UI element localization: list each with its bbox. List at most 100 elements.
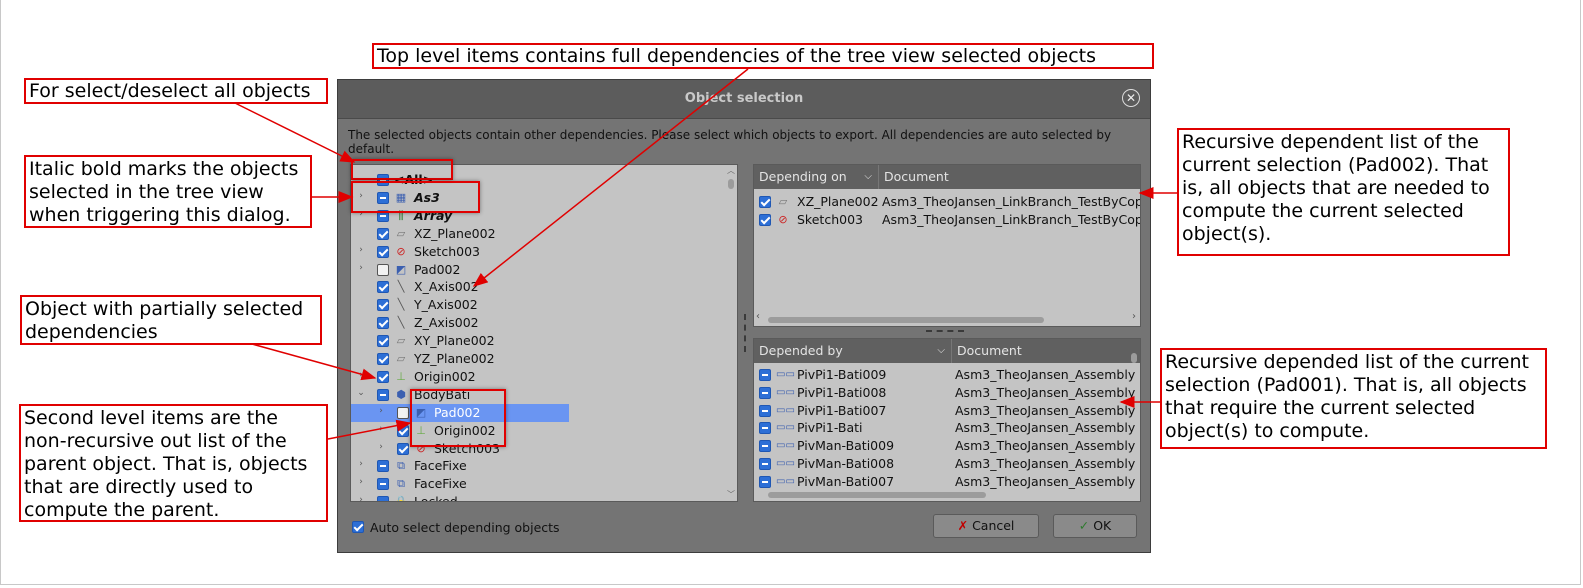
tree-item-label: FaceFixe <box>414 476 467 492</box>
table-row[interactable]: ▭▭ PivMan-Bati008 Asm3_TheoJansen_Assembly <box>754 455 1135 473</box>
row-document: Asm3_TheoJansen_Assembly <box>955 367 1136 382</box>
row-name: Sketch003 <box>797 212 863 227</box>
item-checkbox[interactable] <box>377 478 389 491</box>
item-checkbox[interactable] <box>377 496 389 501</box>
depended-by-table[interactable]: Depended by ⌵ Document ▭▭ PivPi1-Bati009 A… <box>753 338 1141 502</box>
table-row[interactable]: ▭▭ PivPi1-Bati008 Asm3_TheoJansen_Assembly <box>754 384 1135 402</box>
item-checkbox[interactable] <box>377 263 389 276</box>
object-tree[interactable]: <All> › ▦ As3 › ⫼ Array ▱ XZ_Plane002 › ⊘ Sketch003… <box>350 164 738 502</box>
tree-item[interactable]: › ⧉ FaceFixe <box>351 457 721 475</box>
row-checkbox[interactable] <box>759 196 771 208</box>
row-name: PivPi1-Bati009 <box>797 367 887 382</box>
tree-item[interactable]: ▱ XZ_Plane002 <box>351 225 721 243</box>
tree-item[interactable]: ╲ X_Axis002 <box>351 278 721 296</box>
column-depending-on[interactable]: Depending on ⌵ <box>754 165 879 189</box>
column-document[interactable]: Document <box>952 339 1140 363</box>
item-checkbox[interactable] <box>377 460 389 473</box>
tree-item[interactable]: ⌄ ⬢ BodyBati <box>351 386 721 404</box>
chevron-right-icon[interactable]: › <box>357 263 365 273</box>
item-checkbox[interactable] <box>377 370 389 383</box>
tree-item[interactable]: › ⧉ FaceFixe <box>351 475 721 493</box>
row-checkbox[interactable] <box>759 404 771 417</box>
auto-select-label: Auto select depending objects <box>370 520 560 535</box>
table-row[interactable]: ▭▭ PivMan-Bati007 Asm3_TheoJansen_Assembly <box>754 473 1135 491</box>
depended-by-hscrollbar[interactable] <box>768 492 986 498</box>
scroll-left-icon[interactable]: ‹ <box>756 311 760 322</box>
table-row[interactable]: ▭▭ PivPi1-Bati Asm3_TheoJansen_Assembly <box>754 419 1135 437</box>
ok-button[interactable]: ✓ OK <box>1053 514 1137 538</box>
item-checkbox[interactable] <box>397 442 409 455</box>
pad-icon: ◩ <box>395 262 407 276</box>
item-checkbox[interactable] <box>377 227 389 240</box>
highlight-selected-items <box>351 181 480 213</box>
tree-item[interactable]: › ⊘ Sketch003 <box>351 440 721 458</box>
row-checkbox[interactable] <box>759 440 771 453</box>
row-document: Asm3_TheoJansen_LinkBranch_TestByCopy <box>882 212 1141 227</box>
item-checkbox[interactable] <box>377 245 389 258</box>
body-icon: ⬢ <box>396 387 406 401</box>
table-row[interactable]: ▭▭ PivMan-Bati009 Asm3_TheoJansen_Assembly <box>754 437 1135 455</box>
depended-by-vscrollbar[interactable] <box>1130 341 1138 491</box>
cancel-button[interactable]: ✗ Cancel <box>933 514 1039 538</box>
item-checkbox[interactable] <box>377 388 389 401</box>
item-checkbox[interactable] <box>377 335 389 348</box>
tree-item[interactable]: ▱ XY_Plane002 <box>351 332 721 350</box>
chevron-right-icon[interactable]: › <box>377 406 385 416</box>
tree-item[interactable]: ▱ YZ_Plane002 <box>351 350 721 368</box>
item-checkbox[interactable] <box>377 317 389 330</box>
table-row[interactable]: ▭▭ PivPi1-Bati009 Asm3_TheoJansen_Assembly <box>754 366 1135 384</box>
row-checkbox[interactable] <box>759 475 771 488</box>
column-depended-by[interactable]: Depended by ⌵ <box>754 339 952 363</box>
chevron-right-icon[interactable]: › <box>357 495 365 501</box>
chevron-right-icon[interactable]: › <box>377 442 385 452</box>
row-checkbox[interactable] <box>759 422 771 435</box>
tree-item[interactable]: › ◩ Pad002 <box>351 261 721 279</box>
scroll-right-icon[interactable]: › <box>1132 311 1136 322</box>
tree-item[interactable]: › ◩ Pad002 <box>351 403 721 422</box>
tree-item[interactable]: › 🔒 Locked <box>351 493 721 502</box>
row-document: Asm3_TheoJansen_Assembly <box>955 420 1136 436</box>
table-row[interactable]: ⊘ Sketch003 Asm3_TheoJansen_LinkBranch_Tes… <box>754 211 1141 229</box>
tree-item[interactable]: ╲ Y_Axis002 <box>351 296 721 314</box>
panel-splitter[interactable] <box>926 330 964 334</box>
dialog-titlebar: Object selection ✕ <box>338 80 1150 119</box>
row-checkbox[interactable] <box>759 458 771 470</box>
lock-icon: 🔒 <box>394 495 408 502</box>
tree-item[interactable]: › ⊘ Sketch003 <box>351 243 721 261</box>
depending-on-hscrollbar[interactable] <box>768 317 1044 323</box>
item-checkbox[interactable] <box>377 299 389 312</box>
depending-on-header: Depending on ⌵ Document <box>754 165 1140 189</box>
chevron-right-icon[interactable]: › <box>357 245 365 255</box>
depending-on-table[interactable]: Depending on ⌵ Document ▱ XZ_Plane002 Asm3… <box>753 164 1141 327</box>
item-checkbox[interactable] <box>377 281 389 294</box>
table-row[interactable]: ▱ XZ_Plane002 Asm3_TheoJansen_LinkBranch_T… <box>754 193 1140 211</box>
annotation-top-level: Top level items contains full dependenci… <box>372 43 1154 69</box>
row-checkbox[interactable] <box>759 369 771 381</box>
chevron-down-icon[interactable]: ⌄ <box>357 388 365 398</box>
chevron-right-icon[interactable]: › <box>357 459 365 469</box>
close-button[interactable]: ✕ <box>1122 89 1140 107</box>
tree-item[interactable]: › ⊥ Origin002 <box>351 422 721 440</box>
row-checkbox[interactable] <box>759 214 771 226</box>
tree-scrollbar[interactable]: ︿ ﹀ <box>727 167 735 499</box>
tree-item-label: X_Axis002 <box>414 279 479 295</box>
tree-item[interactable]: ╲ Z_Axis002 <box>351 314 721 332</box>
chevron-right-icon[interactable]: › <box>357 477 365 487</box>
row-checkbox[interactable] <box>759 386 771 399</box>
joint-icon: ▭▭ <box>776 386 795 398</box>
column-document[interactable]: Document <box>879 165 1140 189</box>
annotation-recursive-dependent: Recursive dependent list of the current … <box>1177 128 1510 256</box>
splitter-handle[interactable] <box>744 314 748 352</box>
item-checkbox[interactable] <box>397 424 409 437</box>
item-checkbox[interactable] <box>397 406 409 419</box>
highlight-all-item <box>351 159 453 180</box>
chevron-right-icon[interactable]: › <box>357 370 365 380</box>
chevron-right-icon[interactable]: › <box>377 424 385 434</box>
tree-item[interactable]: › ⊥ Origin002 <box>351 368 721 386</box>
table-row[interactable]: ▭▭ PivPi1-Bati007 Asm3_TheoJansen_Assembly <box>754 402 1135 420</box>
row-document: Asm3_TheoJansen_Assembly <box>955 384 1136 400</box>
depended-by-header: Depended by ⌵ Document <box>754 339 1140 363</box>
chevron-down-icon: ⌵ <box>864 171 872 182</box>
joint-icon: ▭▭ <box>776 422 795 434</box>
item-checkbox[interactable] <box>377 353 389 365</box>
